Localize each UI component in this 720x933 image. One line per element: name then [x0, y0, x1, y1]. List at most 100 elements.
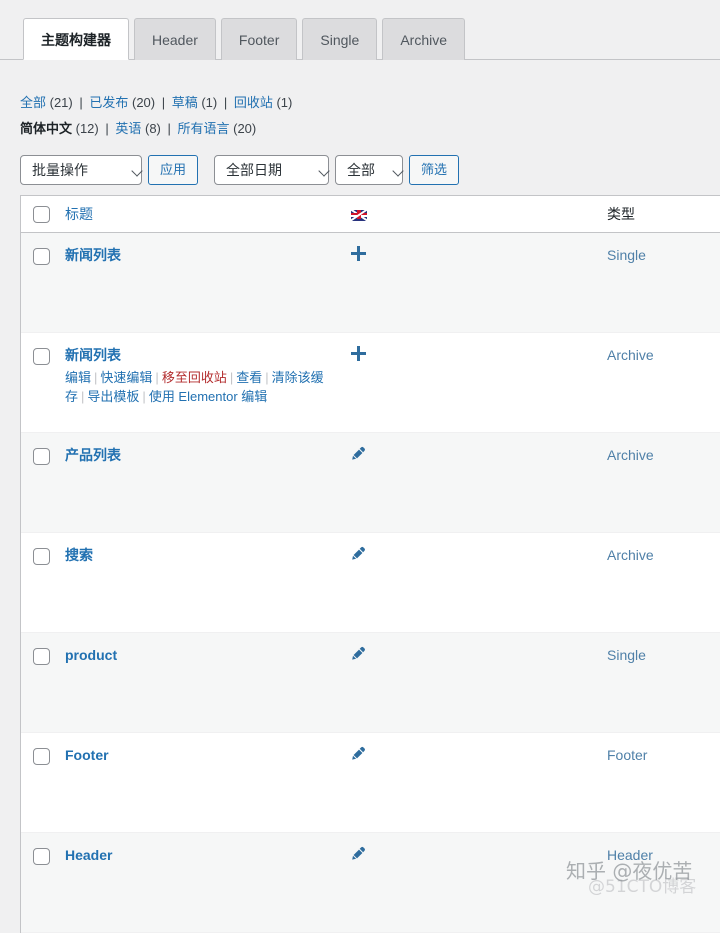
tab-Header[interactable]: Header [134, 18, 216, 60]
row-type-link[interactable]: Archive [607, 546, 654, 564]
views-separator: | [220, 95, 231, 110]
tab-label: Footer [238, 32, 280, 48]
chevron-down-icon [121, 167, 133, 173]
views-link-回收站[interactable]: 回收站 [234, 95, 273, 110]
language-filter-row: 简体中文 (12) | 英语 (8) | 所有语言 (20) [20, 118, 292, 140]
views-separator: | [101, 121, 113, 136]
plus-icon[interactable] [351, 346, 366, 361]
language-filter-value: 全部 [347, 162, 376, 178]
row-language-cell [341, 746, 597, 764]
row-language-cell [341, 446, 597, 464]
tab-Archive[interactable]: Archive [382, 18, 465, 60]
uk-flag-icon [351, 209, 367, 221]
row-title-cell: product [65, 646, 341, 664]
row-action-编辑[interactable]: 编辑 [65, 370, 91, 385]
select-all-checkbox[interactable] [33, 205, 50, 223]
views-link-草稿[interactable]: 草稿 [172, 95, 198, 110]
row-select-cell [21, 646, 65, 665]
tab-label: Single [320, 32, 360, 48]
views-count: (12) [72, 121, 99, 136]
templates-table: 标题 类型 新闻列表 Single 新闻列表 编辑 | 快速编辑 | 移至回收站 | 查看 | 清除该… [20, 195, 720, 933]
row-title-link[interactable]: 新闻列表 [65, 346, 121, 364]
chevron-down-icon [382, 167, 394, 173]
row-select-cell [21, 746, 65, 765]
row-type-cell: Header [597, 846, 720, 864]
table-navigation-bar: 批量操作 应用 全部日期 全部 筛选 [20, 155, 460, 185]
pencil-icon[interactable] [351, 446, 366, 461]
column-header-type-label: 类型 [607, 206, 635, 222]
pencil-icon[interactable] [351, 546, 366, 561]
row-title-link[interactable]: 新闻列表 [65, 246, 121, 264]
column-header-title-link[interactable]: 标题 [65, 206, 93, 222]
row-title-cell: 搜索 [65, 546, 341, 564]
plus-icon[interactable] [351, 246, 366, 261]
pencil-icon[interactable] [351, 846, 366, 861]
row-action-separator: | [155, 370, 159, 385]
row-action-移至回收站[interactable]: 移至回收站 [162, 370, 227, 385]
row-type-link[interactable]: Archive [607, 446, 654, 464]
row-language-cell [341, 346, 597, 364]
row-type-link[interactable]: Single [607, 646, 646, 664]
tab-主题构建器[interactable]: 主题构建器 [23, 18, 129, 60]
row-title-link[interactable]: 搜索 [65, 546, 93, 564]
views-link-简体中文[interactable]: 简体中文 [20, 121, 72, 136]
tab-label: Header [152, 32, 198, 48]
views-link-英语[interactable]: 英语 [115, 121, 141, 136]
row-action-查看[interactable]: 查看 [236, 370, 262, 385]
row-title-link[interactable]: Header [65, 846, 112, 864]
row-action-快速编辑[interactable]: 快速编辑 [100, 370, 152, 385]
row-type-link[interactable]: Single [607, 246, 646, 264]
row-type-link[interactable]: Header [607, 846, 653, 864]
row-action-导出模板[interactable]: 导出模板 [87, 389, 139, 404]
views-link-已发布[interactable]: 已发布 [89, 95, 128, 110]
row-title-link[interactable]: Footer [65, 746, 109, 764]
row-action-使用 Elementor 编辑[interactable]: 使用 Elementor 编辑 [149, 389, 267, 404]
row-checkbox[interactable] [33, 448, 50, 465]
language-filter-select[interactable]: 全部 [335, 155, 404, 185]
row-checkbox[interactable] [33, 748, 50, 765]
row-type-link[interactable]: Archive [607, 346, 654, 364]
row-action-separator: | [142, 389, 146, 404]
select-all-cell [21, 205, 65, 223]
views-link-所有语言[interactable]: 所有语言 [177, 121, 229, 136]
table-row: 产品列表 Archive [21, 433, 720, 533]
row-title-cell: Header [65, 846, 341, 864]
bulk-action-value: 批量操作 [32, 162, 88, 178]
table-row: Header Header [21, 833, 720, 933]
tab-Single[interactable]: Single [302, 18, 378, 60]
row-checkbox[interactable] [33, 248, 50, 265]
row-checkbox[interactable] [33, 548, 50, 565]
row-language-cell [341, 546, 597, 564]
views-link-全部[interactable]: 全部 [20, 95, 46, 110]
views-count: (1) [197, 95, 218, 110]
apply-button[interactable]: 应用 [148, 155, 199, 185]
row-type-cell: Archive [597, 446, 720, 464]
tab-Footer[interactable]: Footer [220, 18, 298, 60]
row-action-separator: | [265, 370, 269, 385]
row-select-cell [21, 346, 65, 365]
row-title-cell: 新闻列表 编辑 | 快速编辑 | 移至回收站 | 查看 | 清除该缓存 | 导出模板 | 使用 Eleme… [65, 346, 341, 406]
filter-button[interactable]: 筛选 [409, 155, 460, 185]
column-header-flag [341, 207, 597, 222]
pencil-icon[interactable] [351, 746, 366, 761]
table-row: 新闻列表 编辑 | 快速编辑 | 移至回收站 | 查看 | 清除该缓存 | 导出模板 | 使用 Eleme… [21, 333, 720, 433]
row-checkbox[interactable] [33, 348, 50, 365]
row-action-separator: | [229, 370, 234, 385]
row-title-link[interactable]: 产品列表 [65, 446, 121, 464]
row-type-link[interactable]: Footer [607, 746, 647, 764]
status-filter-row: 全部 (21) | 已发布 (20) | 草稿 (1) | 回收站 (1) [20, 92, 292, 114]
row-checkbox[interactable] [33, 648, 50, 665]
date-filter-select[interactable]: 全部日期 [214, 155, 330, 185]
row-select-cell [21, 546, 65, 565]
row-select-cell [21, 446, 65, 465]
row-action-separator: | [94, 370, 98, 385]
pencil-icon[interactable] [351, 646, 366, 661]
column-header-type: 类型 [597, 204, 720, 224]
date-filter-value: 全部日期 [226, 162, 283, 178]
table-body: 新闻列表 Single 新闻列表 编辑 | 快速编辑 | 移至回收站 | 查看 | 清除该缓存 | 导出模… [21, 233, 720, 933]
chevron-down-icon [308, 167, 320, 173]
row-checkbox[interactable] [33, 848, 50, 865]
row-type-cell: Single [597, 246, 720, 264]
row-title-link[interactable]: product [65, 646, 117, 664]
bulk-action-select[interactable]: 批量操作 [20, 155, 142, 185]
